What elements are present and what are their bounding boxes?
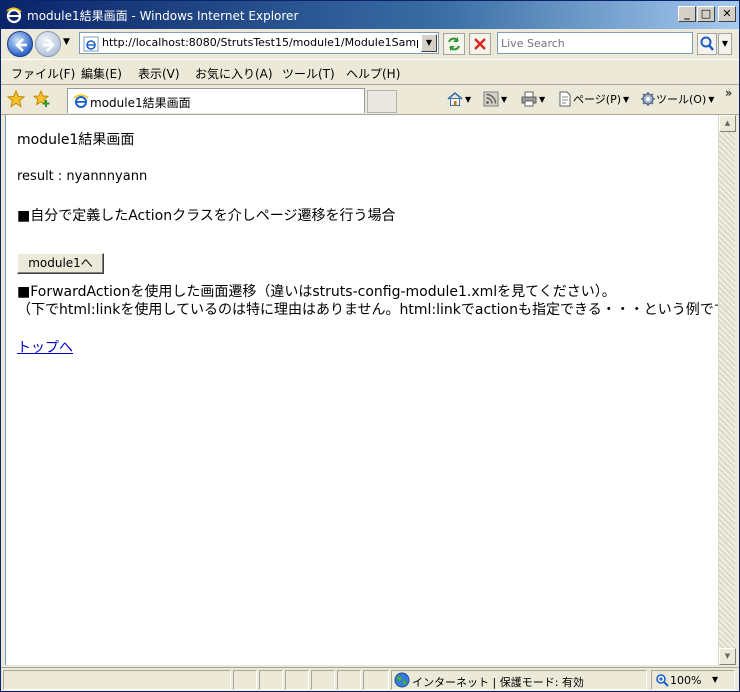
section-forward-action: ■ForwardActionを使用した画面遷移（違いはstruts-config… [17,284,616,300]
page-menu-button[interactable]: ページ(P) ▼ [557,91,629,109]
more-commands-button[interactable]: » [725,86,732,104]
menu-bar: ファイル(F) 編集(E) 表示(V) お気に入り(A) ツール(T) ヘルプ(… [1,59,739,85]
section-custom-action: ■自分で定義したActionクラスを介しページ遷移を行う場合 [17,208,396,224]
status-segment [337,670,361,690]
print-icon [521,91,537,107]
tools-menu-button[interactable]: ツール(O) ▼ [640,91,714,109]
history-dropdown[interactable]: ▼ [63,37,75,51]
module1-button[interactable]: module1へ [17,253,104,274]
ie-page-icon [83,36,99,52]
status-message [3,670,231,690]
tab-active[interactable]: module1結果画面 [67,88,365,113]
tools-menu-label: ツール(O) [656,93,707,106]
menu-file[interactable]: ファイル(F) [11,65,75,82]
home-button[interactable]: ▼ [447,91,471,109]
status-segment [259,670,283,690]
title-bar: module1結果画面 - Windows Internet Explorer … [1,1,739,29]
forward-arrow-icon [43,38,55,52]
section-forward-note: （下でhtml:linkを使用しているのは特に理由はありません。html:lin… [17,302,740,318]
address-dropdown[interactable]: ▼ [421,34,437,52]
zoom-icon [656,674,669,687]
new-tab-button[interactable] [367,90,397,113]
search-box[interactable] [497,32,693,54]
scroll-up-button[interactable]: ▲ [719,115,736,132]
search-options-dropdown[interactable]: ▼ [718,33,732,55]
menu-tools[interactable]: ツール(T) [282,65,335,82]
refresh-icon [448,37,460,51]
print-button[interactable]: ▼ [521,91,545,109]
page-content: module1結果画面 result : nyannnyann ■自分で定義した… [5,115,740,665]
address-bar[interactable]: http://localhost:8080/StrutsTest15/modul… [79,32,439,54]
chevron-down-icon: ▼ [465,94,472,104]
zoom-control[interactable]: 100% ▼ [651,670,735,690]
refresh-button[interactable] [443,33,465,55]
add-favorite-icon[interactable] [33,90,51,108]
feeds-icon [483,91,499,107]
zoom-level: 100% [670,674,702,687]
status-segment [285,670,309,690]
chevron-down-icon: ▼ [712,675,719,684]
page-menu-label: ページ(P) [573,93,621,106]
url-text[interactable]: http://localhost:8080/StrutsTest15/modul… [102,36,418,49]
stop-button[interactable] [469,33,491,55]
top-link[interactable]: トップへ [17,337,73,357]
back-arrow-icon [15,38,27,52]
minimize-button[interactable]: _ [678,6,696,22]
security-zone[interactable]: インターネット | 保護モード: 有効 [391,670,647,690]
tab-row: module1結果画面 ▼ ▼ ▼ ページ(P) ▼ ツール(O) ▼ » [1,85,739,115]
chevron-down-icon: ▼ [501,94,508,104]
menu-help[interactable]: ヘルプ(H) [346,65,400,82]
vertical-scrollbar[interactable]: ▲ ▼ [718,115,736,665]
menu-view[interactable]: 表示(V) [138,65,180,82]
security-zone-label: インターネット | 保護モード: 有効 [412,676,584,689]
menu-edit[interactable]: 編集(E) [81,65,122,82]
feeds-button[interactable]: ▼ [483,91,507,109]
ie-page-icon [73,94,89,108]
back-button[interactable] [7,31,33,57]
chevron-down-icon: ▼ [708,94,715,104]
page-heading: module1結果画面 [17,132,135,148]
menu-favorites[interactable]: お気に入り(A) [195,65,273,82]
globe-icon [394,672,410,688]
browser-window: module1結果画面 - Windows Internet Explorer … [0,0,740,692]
home-icon [447,91,463,106]
page-icon [559,91,571,107]
tab-label: module1結果画面 [90,96,191,110]
status-segment [233,670,257,690]
scroll-down-button[interactable]: ▼ [719,648,736,665]
favorites-star-icon[interactable] [7,90,25,108]
gear-icon [641,92,655,106]
address-row: ▼ http://localhost:8080/StrutsTest15/mod… [1,29,739,59]
status-segment [311,670,335,690]
search-button[interactable] [697,33,717,55]
search-icon [700,36,714,51]
chevron-down-icon: ▼ [623,94,630,104]
window-title: module1結果画面 - Windows Internet Explorer [27,9,299,23]
stop-icon [474,38,486,50]
ie-logo-icon [6,7,22,24]
chevron-down-icon: ▼ [539,94,546,104]
forward-button[interactable] [35,31,61,57]
result-text: result : nyannnyann [17,169,148,184]
search-input[interactable] [501,34,691,52]
status-segment [363,670,389,690]
status-bar: インターネット | 保護モード: 有効 100% ▼ [1,667,739,691]
maximize-button[interactable]: □ [697,6,715,22]
close-button[interactable]: ✕ [718,6,736,22]
